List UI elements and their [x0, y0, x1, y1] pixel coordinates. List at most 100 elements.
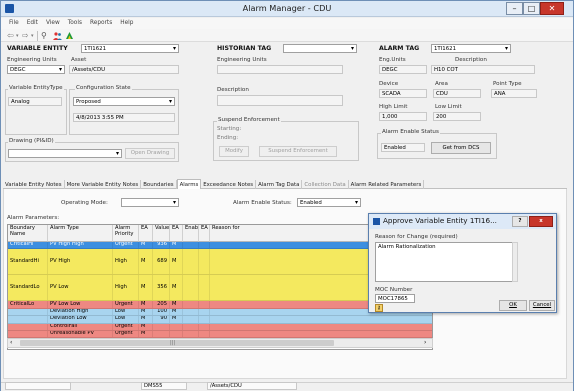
- cell-ea[interactable]: M: [139, 331, 153, 338]
- cell-ea[interactable]: [199, 308, 210, 316]
- back-arrow-icon[interactable]: ⇦: [7, 31, 14, 40]
- dialog-help-button[interactable]: ?: [512, 216, 528, 227]
- cell-ea[interactable]: M: [170, 316, 183, 323]
- cell-enabled[interactable]: [183, 316, 199, 323]
- cell-ea[interactable]: [199, 323, 210, 330]
- cell-reason-for-change[interactable]: [210, 316, 432, 322]
- dialog-close-button[interactable]: x: [529, 216, 553, 227]
- column-header-ea[interactable]: EA: [199, 225, 210, 242]
- cell-ea[interactable]: M: [139, 275, 153, 301]
- scroll-right-arrow-icon[interactable]: ›: [424, 339, 426, 347]
- cell-alarm-type[interactable]: PV Low Low: [48, 301, 113, 308]
- close-button[interactable]: ✕: [540, 2, 564, 15]
- cell-alarm-priority[interactable]: Urgent: [113, 323, 139, 330]
- forward-dropdown-icon[interactable]: ▾: [31, 32, 34, 41]
- cell-value[interactable]: [153, 331, 170, 338]
- column-header-ea[interactable]: EA: [139, 225, 153, 242]
- modify-button[interactable]: Modify: [219, 146, 249, 157]
- horizontal-scrollbar[interactable]: ‹ ||| ›: [7, 338, 433, 348]
- cell-enabled[interactable]: [183, 323, 199, 330]
- cell-alarm-priority[interactable]: Urgent: [113, 331, 139, 338]
- cell-alarm-type[interactable]: PV High: [48, 249, 113, 275]
- cell-alarm-type[interactable]: Deviation Low: [48, 316, 113, 323]
- users-icon[interactable]: [53, 32, 62, 40]
- forward-arrow-icon[interactable]: ⇨: [22, 31, 29, 40]
- column-header-ea[interactable]: EA: [170, 225, 183, 242]
- cell-enabled[interactable]: [183, 275, 199, 301]
- cell-ea[interactable]: M: [170, 301, 183, 308]
- cell-value[interactable]: 90: [153, 316, 170, 323]
- cell-alarm-priority[interactable]: High: [113, 249, 139, 275]
- cell-enabled[interactable]: [183, 308, 199, 316]
- alarm-tag-combo[interactable]: 1TI1621: [431, 44, 511, 53]
- configuration-state-combo[interactable]: Proposed: [73, 97, 175, 106]
- cell-boundary-name[interactable]: [8, 331, 48, 338]
- menu-reports[interactable]: Reports: [90, 18, 112, 29]
- cell-value[interactable]: 689: [153, 249, 170, 275]
- cell-alarm-priority[interactable]: Urgent: [113, 301, 139, 308]
- cell-ea[interactable]: [199, 331, 210, 338]
- cell-ea[interactable]: M: [170, 242, 183, 249]
- scroll-left-arrow-icon[interactable]: ‹: [10, 339, 12, 347]
- cell-ea[interactable]: M: [139, 308, 153, 316]
- cell-ea[interactable]: M: [170, 249, 183, 275]
- cell-alarm-priority[interactable]: Low: [113, 308, 139, 316]
- suspend-enforcement-button[interactable]: Suspend Enforcement: [259, 146, 337, 157]
- cell-ea[interactable]: [199, 275, 210, 301]
- engineering-units-combo[interactable]: DEGC: [7, 65, 65, 74]
- cell-ea[interactable]: [199, 316, 210, 323]
- cell-ea[interactable]: [170, 331, 183, 338]
- cell-value[interactable]: [153, 323, 170, 330]
- cell-alarm-priority[interactable]: Low: [113, 316, 139, 323]
- alarm-enable-status-combo[interactable]: Enabled: [297, 198, 361, 207]
- scroll-thumb[interactable]: [20, 340, 334, 346]
- cell-alarm-type[interactable]: PV High High: [48, 242, 113, 249]
- cell-ea[interactable]: [170, 323, 183, 330]
- cell-boundary-name[interactable]: StandardHi: [8, 249, 48, 275]
- cell-boundary-name[interactable]: [8, 323, 48, 330]
- cell-alarm-type[interactable]: Deviation High: [48, 308, 113, 316]
- cell-value[interactable]: 936: [153, 242, 170, 249]
- get-from-dcs-button[interactable]: Get from DCS: [431, 142, 491, 154]
- historian-tag-combo[interactable]: [283, 44, 357, 53]
- column-header-alarm-type[interactable]: Alarm Type: [48, 225, 113, 242]
- cell-enabled[interactable]: [183, 301, 199, 308]
- cell-boundary-name[interactable]: StandardLo: [8, 275, 48, 301]
- alarm-row[interactable]: Deviation Low Low M 90 M: [8, 316, 432, 324]
- cell-ea[interactable]: M: [139, 323, 153, 330]
- cell-ea[interactable]: M: [139, 242, 153, 249]
- moc-number-field[interactable]: MOC17865: [375, 294, 415, 303]
- drawing-combo[interactable]: [8, 149, 122, 158]
- cell-value[interactable]: 100: [153, 308, 170, 316]
- reason-textarea-scrollbar[interactable]: [512, 242, 518, 282]
- cell-ea[interactable]: M: [139, 316, 153, 323]
- cell-ea[interactable]: M: [139, 249, 153, 275]
- column-header-alarm-priority[interactable]: Alarm Priority: [113, 225, 139, 242]
- cell-alarm-priority[interactable]: High: [113, 275, 139, 301]
- maximize-button[interactable]: □: [523, 2, 540, 15]
- cell-ea[interactable]: M: [170, 308, 183, 316]
- cell-boundary-name[interactable]: [8, 316, 48, 323]
- column-header-boundary-name[interactable]: Boundary Name: [8, 225, 48, 242]
- cell-ea[interactable]: [199, 242, 210, 249]
- menu-edit[interactable]: Edit: [27, 18, 38, 29]
- menu-tools[interactable]: Tools: [68, 18, 82, 29]
- cell-enabled[interactable]: [183, 242, 199, 249]
- ok-button[interactable]: OK: [499, 300, 527, 311]
- cell-alarm-priority[interactable]: Urgent: [113, 242, 139, 249]
- variable-entity-tag-combo[interactable]: 1TI1621: [81, 44, 179, 53]
- column-header-enabled[interactable]: Enabled: [183, 225, 199, 242]
- app-logo-icon[interactable]: [65, 31, 74, 40]
- cell-ea[interactable]: M: [139, 301, 153, 308]
- cell-alarm-type[interactable]: ControlFail: [48, 323, 113, 330]
- cell-boundary-name[interactable]: CriticalLo: [8, 301, 48, 308]
- column-header-value[interactable]: Value: [153, 225, 170, 242]
- cell-ea[interactable]: [199, 301, 210, 308]
- cell-value[interactable]: 356: [153, 275, 170, 301]
- minimize-button[interactable]: –: [506, 2, 523, 15]
- cell-boundary-name[interactable]: [8, 308, 48, 316]
- cancel-button[interactable]: Cancel: [529, 300, 555, 311]
- cell-reason-for-change[interactable]: [210, 324, 432, 330]
- cell-reason-for-change[interactable]: [210, 331, 432, 337]
- cell-enabled[interactable]: [183, 331, 199, 338]
